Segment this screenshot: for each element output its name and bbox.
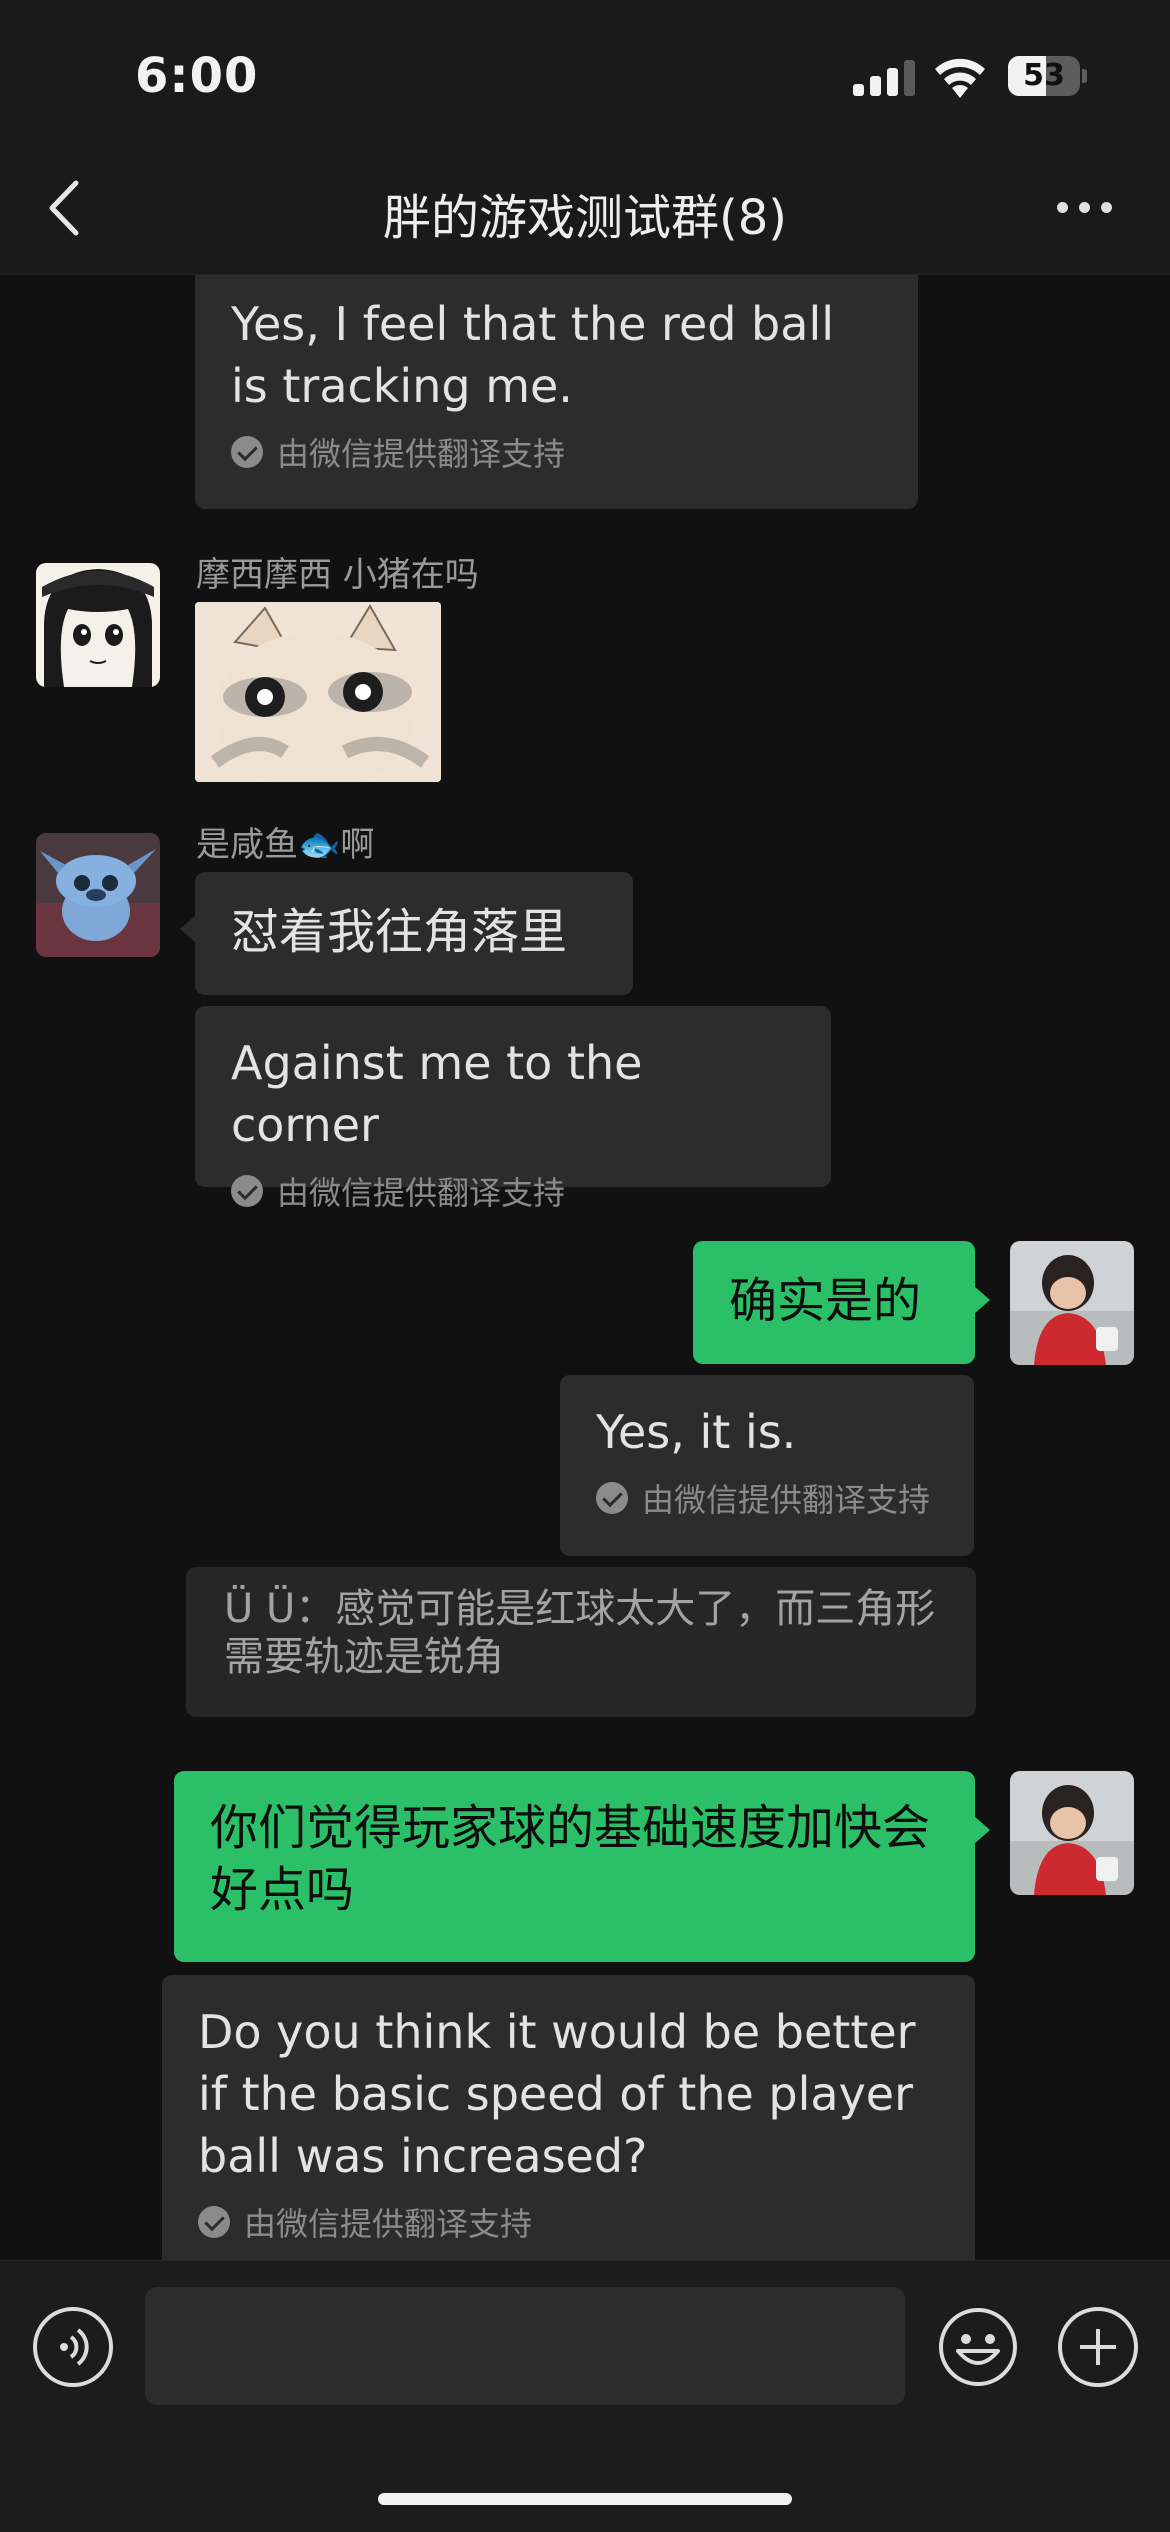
translation-note: 由微信提供翻译支持	[231, 1168, 795, 1214]
quoted-message[interactable]: Ü Ü：感觉可能是红球太大了，而三角形需要轨迹是锐角	[186, 1567, 976, 1717]
battery-icon: 53	[1008, 56, 1087, 96]
message-bubble-outgoing[interactable]: 你们觉得玩家球的基础速度加快会好点吗	[174, 1771, 975, 1962]
anime-girl-avatar-icon	[36, 563, 160, 687]
child-photo-avatar-icon	[1010, 1771, 1134, 1895]
translation-bubble[interactable]: Do you think it would be better if the b…	[162, 1975, 975, 2260]
translation-note-text: 由微信提供翻译支持	[244, 2205, 533, 2243]
check-icon	[231, 1175, 263, 1207]
more-options-icon[interactable]	[1055, 195, 1115, 219]
translated-text: Yes, it is.	[596, 1405, 797, 1459]
translation-note-text: 由微信提供翻译支持	[642, 1481, 931, 1519]
message-text: 确实是的	[729, 1273, 922, 1329]
sender-name: 是咸鱼🐟啊	[196, 825, 375, 865]
home-indicator	[378, 2493, 792, 2505]
stitch-plush-avatar-icon	[36, 833, 160, 957]
avatar-xianyu[interactable]	[36, 833, 160, 957]
add-more-button[interactable]	[1058, 2307, 1138, 2387]
avatar-moximoxi[interactable]	[36, 563, 160, 687]
message-text: 你们觉得玩家球的基础速度加快会好点吗	[210, 1800, 931, 1918]
message-bubble-outgoing[interactable]: 确实是的	[693, 1241, 975, 1364]
check-icon	[198, 2206, 230, 2238]
message-list[interactable]: Yes, I feel that the red ball is trackin…	[0, 275, 1170, 2260]
quote-text: Ü Ü：感觉可能是红球太大了，而三角形需要轨迹是锐角	[224, 1586, 936, 1680]
translation-bubble[interactable]: Yes, it is. 由微信提供翻译支持	[560, 1375, 974, 1556]
translation-note: 由微信提供翻译支持	[198, 2199, 939, 2245]
back-arrow-icon[interactable]	[40, 175, 90, 241]
chat-title: 胖的游戏测试群(8)	[383, 190, 787, 246]
translation-note: 由微信提供翻译支持	[231, 429, 882, 475]
cellular-signal-icon	[853, 60, 915, 96]
voice-input-button[interactable]	[33, 2307, 113, 2387]
message-text: 怼着我往角落里	[231, 904, 568, 960]
voice-icon	[60, 2328, 89, 2366]
chat-screen: 6:00 53 胖的游戏测试群(8) Yes, I feel that the …	[0, 0, 1170, 2532]
status-time: 6:00	[135, 48, 259, 104]
translated-text: Against me to the corner	[231, 1036, 643, 1152]
sender-name: 摩西摩西 小猪在吗	[196, 555, 479, 595]
translated-text: Do you think it would be better if the b…	[198, 2005, 916, 2183]
message-bubble[interactable]: 怼着我往角落里	[195, 872, 633, 995]
avatar-self[interactable]	[1010, 1771, 1134, 1895]
input-bar	[0, 2260, 1170, 2532]
check-icon	[596, 1482, 628, 1514]
message-input[interactable]	[145, 2287, 905, 2405]
translation-note: 由微信提供翻译支持	[596, 1475, 938, 1521]
child-photo-avatar-icon	[1010, 1241, 1134, 1365]
emoji-icon[interactable]	[938, 2307, 1018, 2387]
translation-note-text: 由微信提供翻译支持	[277, 1174, 566, 1212]
bubble-tail	[974, 1816, 990, 1844]
cat-sticker-icon	[195, 602, 441, 782]
translation-note-text: 由微信提供翻译支持	[277, 435, 566, 473]
translation-bubble[interactable]: Yes, I feel that the red ball is trackin…	[195, 275, 918, 509]
translation-bubble[interactable]: Against me to the corner 由微信提供翻译支持	[195, 1006, 831, 1212]
avatar-self[interactable]	[1010, 1241, 1134, 1365]
wifi-icon	[935, 58, 985, 98]
cat-sticker-image[interactable]	[195, 602, 441, 782]
translated-text: Yes, I feel that the red ball is trackin…	[231, 297, 835, 413]
top-bar: 6:00 53 胖的游戏测试群(8)	[0, 0, 1170, 275]
bubble-tail	[180, 915, 196, 943]
battery-level: 53	[1023, 58, 1065, 93]
check-icon	[231, 436, 263, 468]
bubble-tail	[974, 1286, 990, 1314]
